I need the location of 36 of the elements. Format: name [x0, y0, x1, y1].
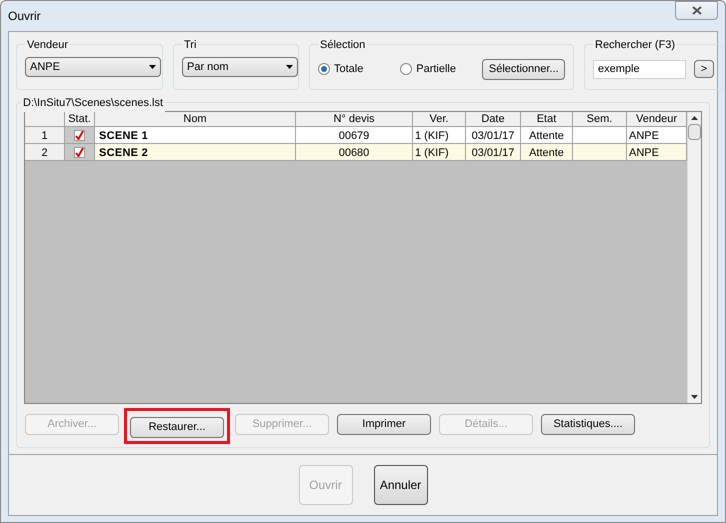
group-label: Rechercher (F3): [593, 37, 678, 54]
window-title: Ouvrir: [8, 8, 41, 25]
table-cell: [573, 144, 627, 161]
close-button[interactable]: [675, 1, 718, 20]
action-button[interactable]: Restaurer...: [130, 416, 224, 438]
radio-button[interactable]: [318, 63, 330, 75]
row-number: 2: [25, 144, 65, 161]
radio-button[interactable]: [400, 63, 412, 75]
table-cell: SCENE 2: [95, 144, 296, 161]
radio-label: Partielle: [416, 62, 456, 77]
row-number: 1: [25, 127, 65, 144]
table-row[interactable]: 1 SCENE 1 00679 1 (KIF) 03/01/17 Attente ANPE: [25, 127, 687, 144]
file-path: D:\InSitu7\Scenes\scenes.lst: [21, 95, 166, 112]
status-checkbox[interactable]: [74, 146, 85, 158]
down-arrow-icon: [691, 395, 698, 399]
dropdown[interactable]: Par nom: [182, 57, 298, 77]
go-button[interactable]: >: [694, 60, 714, 78]
table-cell: 1 (KIF): [413, 144, 466, 161]
table-row[interactable]: 2 SCENE 2 00680 1 (KIF) 03/01/17 Attente ANPE: [25, 144, 687, 161]
scroll-thumb[interactable]: [688, 124, 701, 140]
scrollbar[interactable]: [687, 112, 701, 403]
radio-label: Totale: [334, 62, 364, 77]
action-button[interactable]: Imprimer: [337, 414, 431, 435]
dropdown[interactable]: ANPE: [25, 57, 161, 77]
table-cell: Attente: [521, 144, 573, 161]
close-icon: [692, 6, 702, 15]
caret-icon: [286, 65, 293, 69]
dialog-button[interactable]: Annuler: [374, 465, 428, 505]
action-button[interactable]: Statistiques....: [541, 414, 635, 435]
table-cell: 00680: [296, 144, 413, 161]
caret-icon: [149, 65, 156, 69]
status-checkbox[interactable]: [74, 130, 85, 140]
select-button[interactable]: Sélectionner...: [482, 58, 565, 80]
search-field[interactable]: exemple: [593, 60, 686, 78]
table-cell: 03/01/17: [466, 144, 521, 161]
up-arrow-icon: [691, 116, 698, 120]
